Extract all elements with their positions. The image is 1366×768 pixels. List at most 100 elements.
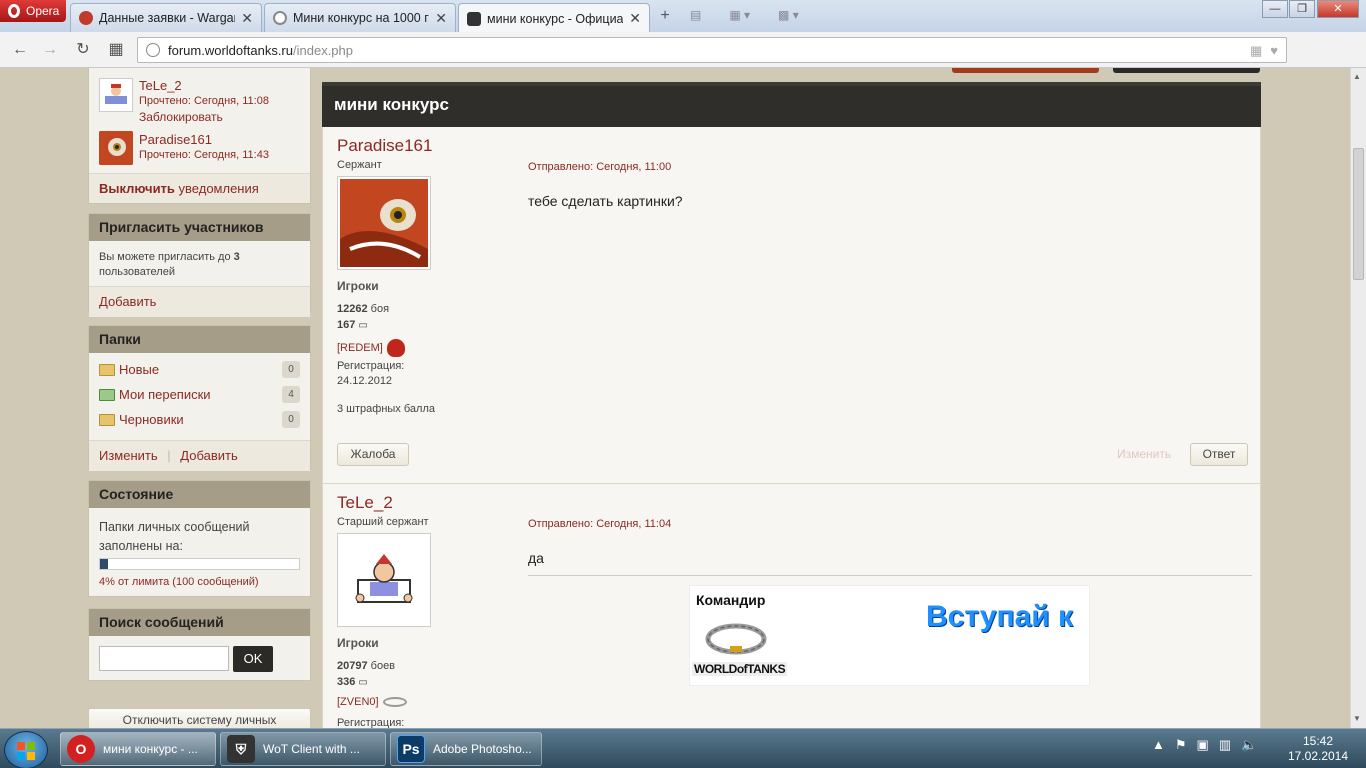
closed-tabs-icon[interactable]: ▩ ▾ [778, 8, 799, 22]
heart-bookmark-icon[interactable]: ♥ [1270, 43, 1278, 59]
folder-item-my-conversations[interactable]: Мои переписки 4 [89, 382, 310, 407]
disable-pm-button[interactable]: Отключить систему личных [88, 708, 311, 728]
edit-post-link[interactable]: Изменить [1117, 447, 1171, 461]
show-hidden-icons-icon[interactable]: ▲ [1152, 737, 1165, 753]
start-button[interactable] [4, 731, 48, 768]
taskbar-item-photoshop[interactable]: Ps Adobe Photosho... [390, 732, 542, 766]
folder-item-drafts[interactable]: Черновики 0 [89, 407, 310, 432]
taskbar-item-label: мини конкурс - ... [103, 742, 198, 756]
url-path: /index.php [293, 42, 353, 58]
post-body: тебе сделать картинки? [528, 193, 683, 209]
back-arrow-icon[interactable]: ← [10, 40, 30, 60]
scroll-thumb[interactable] [1353, 148, 1364, 280]
browser-address-bar: ← → ↻ ▦ forum.worldoftanks.ru/index.php … [0, 32, 1366, 90]
scroll-down-arrow-icon[interactable]: ▼ [1353, 714, 1361, 723]
banner-wot-logo: WORLDofTANKS [692, 662, 788, 676]
avatar[interactable] [99, 78, 133, 112]
topic-action-button-red[interactable] [952, 68, 1099, 73]
action-center-flag-icon[interactable]: ⚑ [1175, 737, 1187, 753]
opera-menu-button[interactable]: Opera [0, 0, 66, 22]
folder-count-badge: 4 [282, 386, 300, 403]
forward-arrow-icon[interactable]: → [40, 40, 60, 60]
close-tab-icon[interactable]: ✕ [435, 10, 447, 27]
folders-footer: Изменить | Добавить [89, 440, 310, 471]
url-input[interactable]: forum.worldoftanks.ru/index.php ▦ ♥ [137, 37, 1287, 63]
avatar[interactable] [337, 533, 431, 627]
tab-mini-contest[interactable]: мини конкурс - Официал ✕ [458, 3, 650, 33]
folders-list: Новые 0 Мои переписки 4 Черновики 0 [89, 353, 310, 440]
post-author-name[interactable]: TeLe_2 [337, 493, 393, 513]
folder-item-new[interactable]: Новые 0 [89, 357, 310, 382]
report-button[interactable]: Жалоба [337, 443, 409, 466]
participant-name[interactable]: TeLe_2 [139, 78, 182, 93]
loading-spinner-icon [273, 11, 287, 25]
clan-tag[interactable]: [ZVEN0] [337, 696, 407, 708]
invite-count: 3 [233, 251, 240, 263]
avatar[interactable] [99, 131, 133, 165]
wot-icon: ⛨ [227, 735, 255, 763]
device-icon[interactable]: ▣ [1197, 737, 1209, 753]
folders-edit-link[interactable]: Изменить [99, 448, 158, 463]
close-window-button[interactable]: ✕ [1317, 0, 1359, 18]
post-timestamp[interactable]: Отправлено: Сегодня, 11:04 [528, 518, 671, 530]
tab-label: Мини конкурс на 1000 го [293, 11, 430, 25]
reload-icon[interactable]: ↻ [73, 40, 93, 60]
site-info-icon[interactable] [146, 43, 160, 57]
post: TeLe_2 Старший сержант Игроки 20797 боев… [322, 484, 1261, 728]
url-actions: ▦ ♥ [1250, 43, 1278, 59]
folder-label: Новые [119, 362, 160, 377]
system-clock[interactable]: 15:42 17.02.2014 [1282, 734, 1354, 764]
speed-dial-add-icon[interactable]: ▦ [1250, 43, 1262, 59]
registration-label: Регистрация: [337, 717, 405, 728]
post-author-name[interactable]: Paradise161 [337, 136, 432, 156]
signature-divider [528, 575, 1252, 576]
registration-info: Регистрация: [337, 716, 404, 728]
speech-bubble-icon: ▭ [358, 677, 368, 688]
scroll-up-arrow-icon[interactable]: ▲ [1353, 72, 1361, 81]
minimize-window-button[interactable]: — [1262, 0, 1288, 18]
speed-dial-grid-icon[interactable]: ▦ [106, 40, 126, 60]
volume-icon[interactable]: 🔈 [1241, 737, 1257, 753]
network-icon[interactable]: ▥ [1219, 737, 1231, 753]
tab-label: Данные заявки - Wargam [99, 11, 236, 25]
red-face-avatar-icon [99, 131, 133, 165]
invite-box-title: Пригласить участников [89, 214, 310, 241]
close-tab-icon[interactable]: ✕ [241, 10, 253, 27]
notifications-toggle[interactable]: Выключить уведомления [89, 173, 310, 203]
maximize-window-button[interactable]: ❐ [1289, 0, 1315, 18]
search-ok-button[interactable]: OK [233, 646, 273, 672]
taskbar-item-opera[interactable]: O мини конкурс - ... [60, 732, 216, 766]
clan-emblem-icon [386, 339, 405, 357]
block-participant-link[interactable]: Заблокировать [139, 110, 223, 124]
posts-count: 336 [337, 676, 356, 688]
plus-icon[interactable]: + [656, 8, 674, 26]
battles-count: 20797 [337, 660, 368, 672]
panel-icon[interactable]: ▤ [690, 8, 701, 22]
clan-tag[interactable]: [REDEM] [337, 339, 405, 357]
folders-box-title: Папки [89, 326, 310, 353]
search-box-title: Поиск сообщений [89, 609, 310, 636]
tab-contest-1000[interactable]: Мини конкурс на 1000 го ✕ [264, 3, 456, 32]
notify-toggle-rest: уведомления [174, 181, 259, 196]
avatar[interactable] [337, 176, 431, 270]
taskbar-item-wot-client[interactable]: ⛨ WoT Client with ... [220, 732, 386, 766]
tab-wargaming-request[interactable]: Данные заявки - Wargam ✕ [70, 3, 262, 32]
status-text: Папки личных сообщений заполнены на: [99, 520, 250, 553]
registration-label: Регистрация: [337, 360, 405, 372]
participant-name[interactable]: Paradise161 [139, 132, 212, 147]
tab-label: мини конкурс - Официал [487, 11, 624, 26]
search-input[interactable] [99, 646, 229, 671]
folders-add-link[interactable]: Добавить [180, 448, 237, 463]
topic-title: мини конкурс [322, 82, 1261, 127]
close-tab-icon[interactable]: ✕ [629, 10, 641, 27]
clan-emblem-icon [382, 697, 407, 707]
folder-label: Черновики [119, 412, 184, 427]
reply-button[interactable]: Ответ [1190, 443, 1248, 466]
page-scrollbar[interactable]: ▲ ▼ [1350, 68, 1366, 728]
topic-action-button-dark[interactable] [1113, 68, 1260, 73]
invite-participants-box: Пригласить участников Вы можете пригласи… [88, 213, 311, 317]
invite-add-link[interactable]: Добавить [99, 294, 156, 309]
post-timestamp[interactable]: Отправлено: Сегодня, 11:00 [528, 161, 671, 173]
tab-list-icon[interactable]: ▦ ▾ [729, 8, 750, 22]
taskbar-item-label: WoT Client with ... [263, 742, 360, 756]
